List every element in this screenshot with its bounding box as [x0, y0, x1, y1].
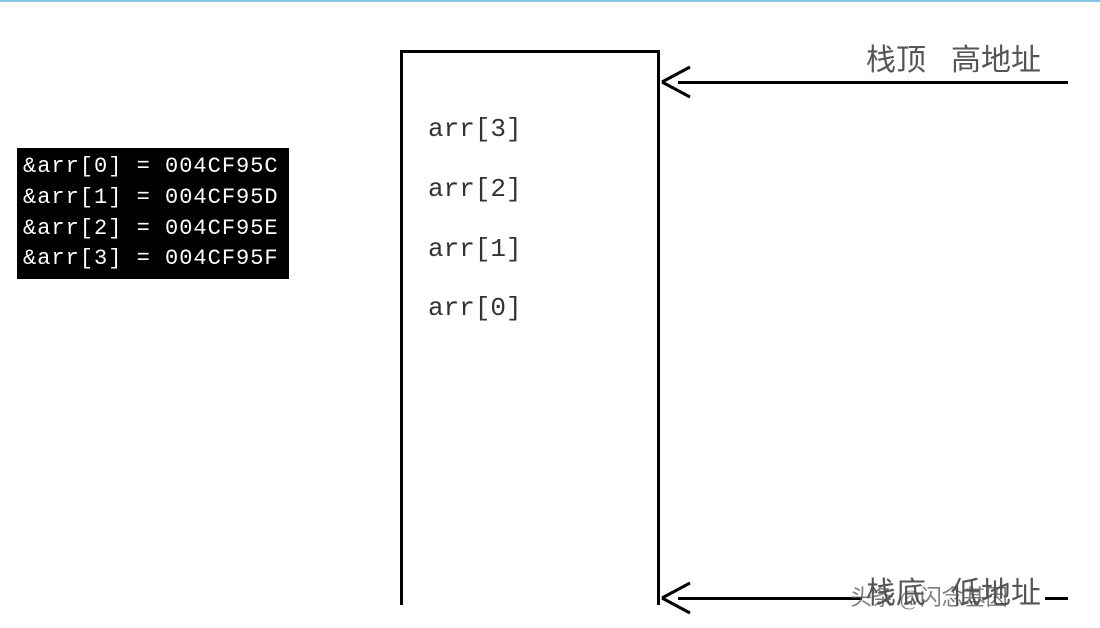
- top-border: [0, 0, 1100, 2]
- terminal-output: &arr[0] = 004CF95C &arr[1] = 004CF95D &a…: [17, 148, 289, 279]
- terminal-row: &arr[3] = 004CF95F: [23, 244, 279, 275]
- arrow-left-icon: [660, 65, 694, 99]
- arrow-left-icon: [660, 581, 694, 615]
- stack-item: arr[2]: [428, 160, 522, 220]
- label-top-left: 栈顶: [866, 44, 926, 77]
- terminal-row: &arr[1] = 004CF95D: [23, 183, 279, 214]
- watermark: 头条 @闪念基因: [850, 580, 1008, 612]
- label-stack-top: 栈顶 高地址: [862, 35, 1045, 79]
- terminal-row: &arr[2] = 004CF95E: [23, 214, 279, 245]
- stack-item: arr[0]: [428, 279, 522, 339]
- stack-item: arr[3]: [428, 100, 522, 160]
- stack-items: arr[3] arr[2] arr[1] arr[0]: [428, 100, 522, 339]
- label-top-right: 高地址: [951, 44, 1041, 77]
- terminal-row: &arr[0] = 004CF95C: [23, 152, 279, 183]
- stack-item: arr[1]: [428, 220, 522, 280]
